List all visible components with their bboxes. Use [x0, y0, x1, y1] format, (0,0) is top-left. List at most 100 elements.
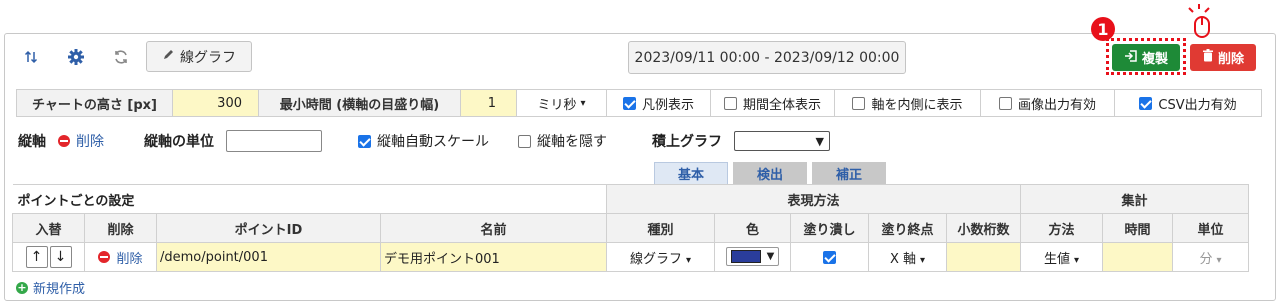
- image-output-label: 画像出力有効: [1017, 97, 1096, 113]
- method-select[interactable]: 生値 ▾: [1020, 242, 1103, 272]
- mouse-click-icon: [1188, 4, 1210, 38]
- copy-label: 複製: [1141, 52, 1168, 67]
- minus-circle-icon: [58, 135, 70, 147]
- auto-scale-label: 縦軸自動スケール: [377, 134, 489, 150]
- min-time-label: 最小時間 (横軸の目盛り幅): [259, 90, 461, 116]
- full-period-checkbox[interactable]: [723, 96, 737, 110]
- y-axis-delete-label: 削除: [76, 134, 104, 150]
- gear-icon[interactable]: [65, 48, 87, 66]
- hide-axis-checkbox[interactable]: [518, 134, 531, 148]
- move-down-button[interactable]: ↓: [49, 246, 72, 268]
- point-name-input[interactable]: デモ用ポイント001: [380, 242, 607, 272]
- group-aggregate-header: 集計: [1020, 184, 1249, 214]
- line-graph-button[interactable]: 線グラフ: [146, 41, 252, 72]
- image-output-checkbox[interactable]: [998, 96, 1012, 110]
- col-header-fill-end: 塗り終点: [868, 213, 947, 243]
- new-point-label: 新規作成: [33, 282, 86, 297]
- reorder-cell: ↑ ↓: [12, 242, 85, 272]
- fill-checkbox[interactable]: [823, 250, 836, 264]
- y-axis-unit-input[interactable]: [226, 130, 322, 152]
- col-header-unit: 単位: [1172, 213, 1249, 243]
- stacked-label: 積上グラフ: [652, 134, 722, 150]
- new-point-link[interactable]: + 新規作成: [16, 278, 85, 297]
- col-header-color: 色: [714, 213, 791, 243]
- col-header-point-id: ポイントID: [156, 213, 381, 243]
- chevron-down-icon: ▼: [766, 251, 775, 262]
- y-axis-unit-label: 縦軸の単位: [144, 134, 214, 150]
- pencil-icon: [162, 48, 175, 65]
- col-header-reorder: 入替: [12, 213, 85, 243]
- table-row: ↑ ↓ 削除 /demo/point/001 デモ用ポイント001 線グラフ ▾ ▼…: [12, 242, 1249, 272]
- col-header-decimals: 小数桁数: [946, 213, 1021, 243]
- col-header-time: 時間: [1102, 213, 1173, 243]
- type-select[interactable]: 線グラフ ▾: [606, 242, 715, 272]
- axis-inside-checkbox[interactable]: [852, 96, 866, 110]
- section-title: ポイントごとの設定: [12, 184, 607, 214]
- csv-output-label: CSV出力有効: [1158, 97, 1237, 113]
- row-delete-link[interactable]: 削除: [84, 242, 157, 272]
- y-axis-delete-link[interactable]: 削除: [58, 128, 104, 154]
- color-swatch: [730, 250, 761, 263]
- chart-height-label: チャートの高さ [px]: [17, 90, 173, 116]
- min-time-unit-value: ミリ秒: [537, 97, 577, 113]
- auto-scale-toggle[interactable]: 縦軸自動スケール: [358, 128, 489, 154]
- color-select[interactable]: ▼: [725, 247, 780, 266]
- row-delete-label: 削除: [116, 251, 143, 267]
- chevron-down-icon: ▾: [580, 97, 586, 109]
- trash-icon: [1202, 49, 1214, 66]
- chevron-down-icon: ▾: [920, 254, 926, 266]
- image-output-toggle[interactable]: 画像出力有効: [981, 90, 1115, 116]
- chevron-down-icon: ▾: [1216, 254, 1222, 266]
- line-graph-label: 線グラフ: [180, 49, 236, 66]
- y-axis-row: 縦軸 削除 縦軸の単位 縦軸自動スケール 縦軸を隠す 積上グラフ ▼: [18, 128, 848, 154]
- fill-cell: [790, 242, 869, 272]
- min-time-unit-select[interactable]: ミリ秒 ▾: [517, 90, 607, 116]
- axis-inside-toggle[interactable]: 軸を内側に表示: [835, 90, 981, 116]
- legend-toggle[interactable]: 凡例表示: [607, 90, 711, 116]
- csv-output-checkbox[interactable]: [1139, 96, 1153, 110]
- delete-label: 削除: [1217, 52, 1244, 67]
- tab-correct[interactable]: 補正: [812, 162, 886, 184]
- chevron-down-icon: ▾: [685, 254, 692, 266]
- color-cell: ▼: [714, 242, 791, 272]
- min-time-input[interactable]: 1: [461, 90, 517, 116]
- hide-axis-label: 縦軸を隠す: [537, 134, 607, 150]
- time-input[interactable]: [1102, 242, 1173, 272]
- full-period-label: 期間全体表示: [742, 97, 821, 113]
- auto-scale-checkbox[interactable]: [358, 134, 371, 148]
- tab-detect[interactable]: 検出: [733, 162, 807, 184]
- unit-select[interactable]: 分 ▾: [1172, 242, 1249, 272]
- copy-icon: [1124, 49, 1138, 67]
- legend-checkbox[interactable]: [622, 96, 636, 110]
- chart-height-input[interactable]: 300: [173, 90, 259, 116]
- decimals-input[interactable]: [946, 242, 1021, 272]
- plus-icon: +: [16, 280, 28, 294]
- fill-end-value: X 軸: [889, 251, 916, 267]
- method-value: 生値: [1043, 251, 1070, 267]
- y-axis-label: 縦軸: [18, 134, 46, 150]
- legend-label: 凡例表示: [641, 97, 694, 113]
- hide-axis-toggle[interactable]: 縦軸を隠す: [518, 128, 607, 154]
- col-header-delete: 削除: [84, 213, 157, 243]
- sort-arrows-icon[interactable]: [20, 48, 42, 66]
- type-value: 線グラフ: [629, 251, 682, 267]
- col-header-type: 種別: [606, 213, 715, 243]
- col-header-name: 名前: [380, 213, 607, 243]
- unit-value: 分: [1199, 251, 1213, 267]
- full-period-toggle[interactable]: 期間全体表示: [711, 90, 835, 116]
- chevron-down-icon: ▾: [1073, 254, 1080, 266]
- fill-end-select[interactable]: X 軸 ▾: [868, 242, 947, 272]
- refresh-icon[interactable]: [110, 48, 132, 66]
- chevron-down-icon: ▼: [815, 134, 824, 148]
- col-header-method: 方法: [1020, 213, 1103, 243]
- copy-button[interactable]: 複製: [1112, 44, 1180, 71]
- point-settings-table: ポイントごとの設定 表現方法 集計 入替 削除 ポイントID 名前 種別 色 塗…: [12, 184, 1249, 272]
- stacked-select[interactable]: ▼: [734, 131, 830, 151]
- move-up-button[interactable]: ↑: [25, 246, 48, 268]
- date-range-button[interactable]: 2023/09/11 00:00 - 2023/09/12 00:00: [628, 41, 906, 74]
- delete-button[interactable]: 削除: [1190, 44, 1256, 71]
- col-header-fill: 塗り潰し: [790, 213, 869, 243]
- tab-basic[interactable]: 基本: [654, 162, 728, 184]
- point-id-input[interactable]: /demo/point/001: [156, 242, 381, 272]
- csv-output-toggle[interactable]: CSV出力有効: [1115, 90, 1261, 116]
